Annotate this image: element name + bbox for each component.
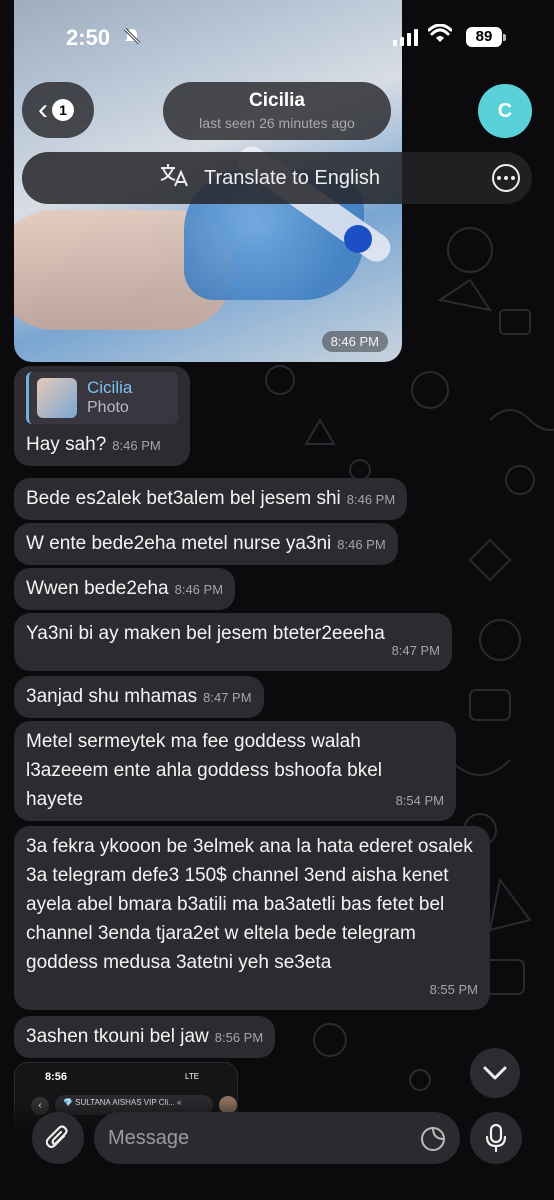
- message-text: Hay sah?: [26, 434, 107, 455]
- message-bubble[interactable]: Wwen bede2eha 8:46 PM: [14, 568, 236, 610]
- message-time: 8:46 PM: [112, 438, 161, 453]
- screenshot-network: LTE: [185, 1072, 200, 1081]
- message-text: Wwen bede2eha: [26, 578, 169, 599]
- status-time: 2:50: [66, 25, 111, 50]
- microphone-button[interactable]: [470, 1112, 522, 1164]
- message-input[interactable]: [94, 1112, 460, 1164]
- chevron-down-icon: [483, 1066, 507, 1080]
- message-bubble[interactable]: Bede es2alek bet3alem bel jesem shi 8:46 …: [14, 478, 408, 520]
- wifi-icon: [427, 23, 453, 49]
- chat-title[interactable]: Cicilia last seen 26 minutes ago: [163, 82, 391, 140]
- photo-timestamp: 8:46 PM: [321, 331, 388, 352]
- message-text: Bede es2alek bet3alem bel jesem shi: [26, 488, 341, 509]
- message-time: 8:56 PM: [214, 1030, 264, 1045]
- composer: [0, 1100, 554, 1200]
- attach-button[interactable]: [32, 1112, 84, 1164]
- message-time: 8:46 PM: [174, 582, 224, 597]
- reply-preview[interactable]: Cicilia Photo: [26, 372, 178, 424]
- microphone-icon: [486, 1123, 506, 1153]
- reply-thumbnail: [37, 378, 77, 418]
- message-time: 8:55 PM: [429, 982, 478, 997]
- paperclip-icon: [46, 1125, 68, 1149]
- contact-name: Cicilia: [249, 90, 305, 111]
- reply-type: Photo: [87, 399, 129, 416]
- message-text: 3anjad shu mhamas: [26, 686, 198, 707]
- reply-sender: Cicilia: [87, 378, 133, 397]
- scroll-down-button[interactable]: [470, 1048, 520, 1098]
- message-text: 3ashen tkouni bel jaw: [26, 1026, 209, 1047]
- translate-icon: [158, 162, 190, 195]
- silent-bell-icon: [123, 27, 141, 50]
- translate-label: Translate to English: [204, 166, 381, 189]
- message-bubble[interactable]: 3ashen tkouni bel jaw 8:56 PM: [14, 1016, 276, 1058]
- message-bubble[interactable]: Cicilia Photo Hay sah? 8:46 PM: [14, 366, 190, 466]
- message-text: Metel sermeytek ma fee goddess walah l3a…: [26, 731, 382, 810]
- message-text: W ente bede2eha metel nurse ya3ni: [26, 533, 332, 554]
- message-time: 8:47 PM: [391, 643, 440, 658]
- message-bubble[interactable]: W ente bede2eha metel nurse ya3ni 8:46 PM: [14, 523, 398, 565]
- status-bar: 2:50 89: [0, 0, 554, 74]
- message-bubble[interactable]: 3a fekra ykooon be 3elmek ana la hata ed…: [14, 826, 490, 1010]
- message-time: 8:54 PM: [395, 793, 444, 808]
- photo-content: [344, 225, 372, 253]
- translate-bar[interactable]: Translate to English: [22, 152, 532, 204]
- avatar[interactable]: C: [478, 84, 532, 138]
- message-bubble[interactable]: Metel sermeytek ma fee goddess walah l3a…: [14, 721, 456, 821]
- message-bubble[interactable]: 3anjad shu mhamas 8:47 PM: [14, 676, 264, 718]
- message-time: 8:46 PM: [337, 537, 386, 552]
- battery-indicator: 89: [466, 27, 506, 47]
- message-text: Ya3ni bi ay maken bel jesem bteter2eeeha: [26, 623, 385, 644]
- message-text: 3a fekra ykooon be 3elmek ana la hata ed…: [26, 836, 473, 973]
- message-time: 8:46 PM: [346, 492, 396, 507]
- message-time: 8:47 PM: [203, 690, 252, 705]
- chevron-left-icon: ‹: [38, 93, 48, 126]
- cellular-signal-icon: [393, 28, 418, 46]
- back-button[interactable]: ‹ 1: [22, 82, 94, 138]
- sticker-icon[interactable]: [420, 1126, 446, 1157]
- unread-count-badge: 1: [52, 99, 74, 121]
- message-bubble[interactable]: Ya3ni bi ay maken bel jesem bteter2eeeha…: [14, 613, 452, 671]
- last-seen-status: last seen 26 minutes ago: [199, 115, 355, 131]
- more-options-icon[interactable]: [492, 164, 520, 192]
- screenshot-time: 8:56: [45, 1071, 68, 1083]
